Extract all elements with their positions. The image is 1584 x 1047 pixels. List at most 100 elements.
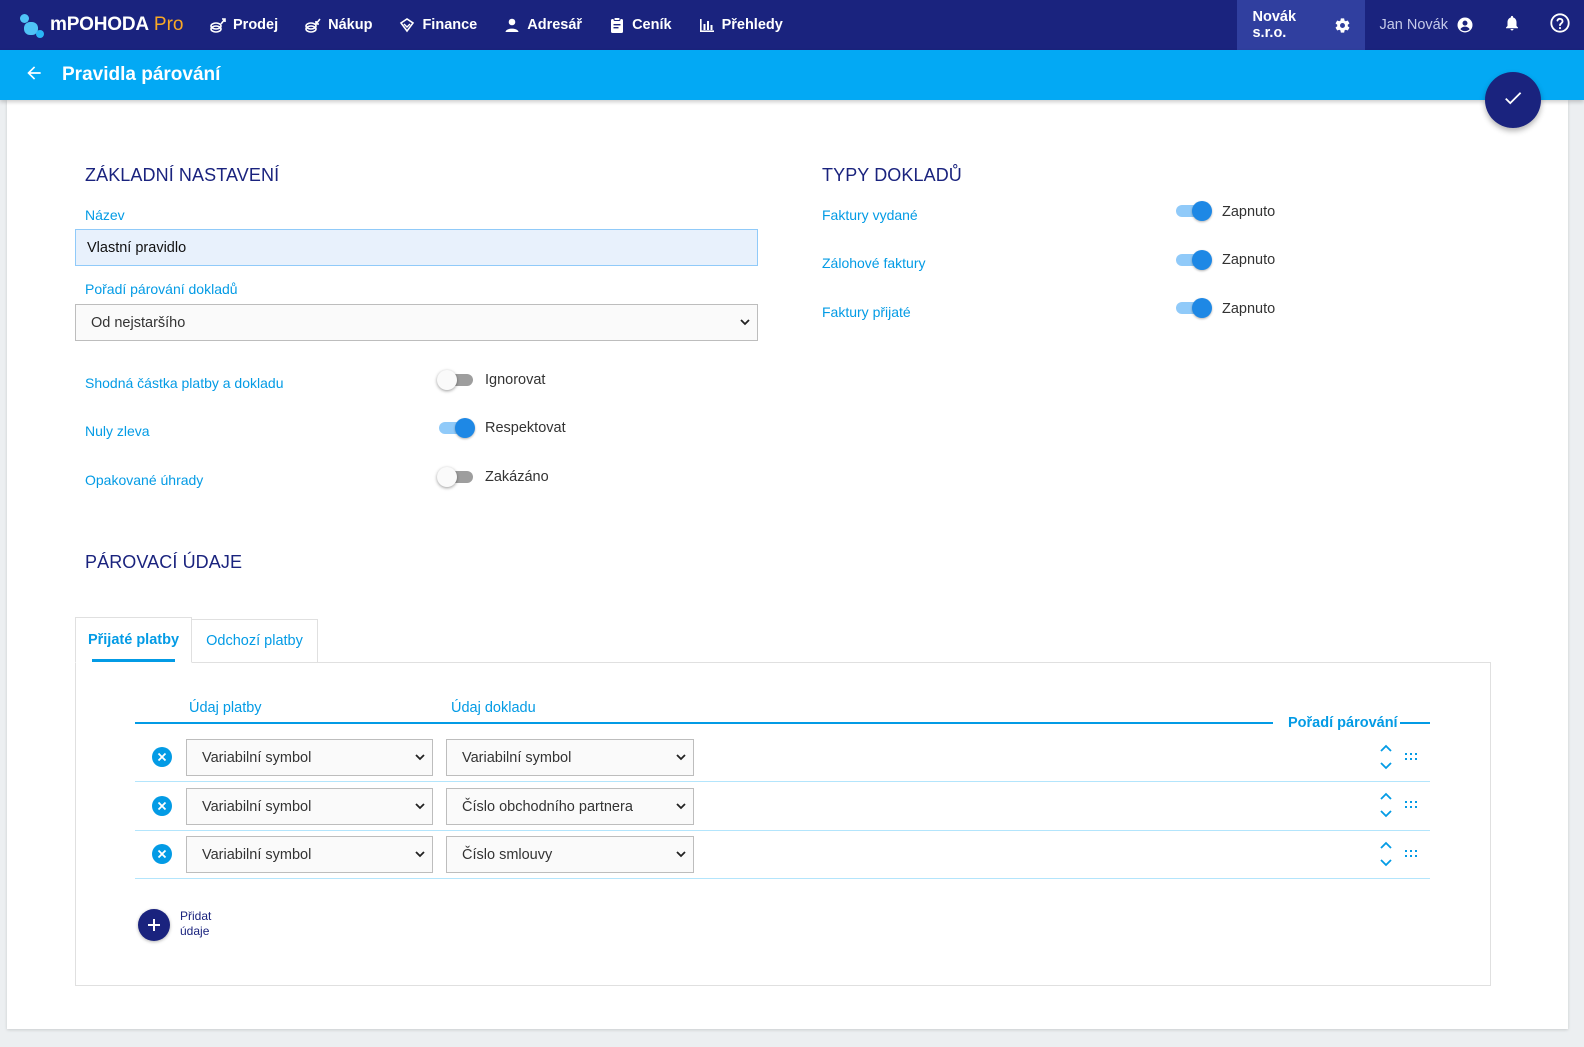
top-navigation: mPOHODA Pro Prodej Nákup Finance Adresář… bbox=[0, 0, 1584, 50]
chevron-down-icon bbox=[415, 851, 425, 858]
add-field-button[interactable] bbox=[138, 909, 170, 941]
toggle-repeated[interactable] bbox=[437, 466, 475, 488]
main-menu: Prodej Nákup Finance Adresář Ceník Přehl… bbox=[196, 0, 796, 50]
app-logo[interactable]: mPOHODA Pro bbox=[0, 0, 196, 50]
help-button[interactable] bbox=[1536, 0, 1584, 50]
toggle-label-amount: Shodná částka platby a dokladu bbox=[85, 375, 284, 391]
payment-field-select[interactable]: Variabilní symbol bbox=[186, 739, 433, 776]
company-switcher[interactable]: Novák s.r.o. bbox=[1237, 0, 1366, 50]
row-divider bbox=[135, 781, 1430, 782]
chevron-down-icon bbox=[740, 319, 750, 326]
sales-icon bbox=[209, 16, 227, 34]
doc-type-label-received: Faktury přijaté bbox=[822, 304, 911, 320]
gear-icon bbox=[1334, 17, 1351, 34]
toggle-state-repeated: Zakázáno bbox=[485, 469, 549, 485]
nav-label: Finance bbox=[422, 17, 478, 33]
logo-icon bbox=[18, 12, 44, 38]
toggle-leading-zeros[interactable] bbox=[437, 417, 475, 439]
order-label: Pořadí párování dokladů bbox=[85, 281, 238, 297]
document-field-value: Variabilní symbol bbox=[462, 749, 572, 766]
check-icon bbox=[1502, 87, 1524, 114]
nav-label: Prodej bbox=[233, 17, 279, 33]
payment-field-select[interactable]: Variabilní symbol bbox=[186, 836, 433, 873]
nav-item-prodej[interactable]: Prodej bbox=[196, 0, 291, 50]
toggle-doc-advance[interactable] bbox=[1174, 249, 1212, 271]
doc-type-label-issued: Faktury vydané bbox=[822, 207, 918, 223]
doc-type-state-issued: Zapnuto bbox=[1222, 204, 1276, 220]
chevron-down-icon bbox=[415, 754, 425, 761]
toggle-label-repeated: Opakované úhrady bbox=[85, 472, 204, 488]
sort-arrows-icon[interactable] bbox=[1379, 841, 1393, 867]
nav-item-nakup[interactable]: Nákup bbox=[291, 0, 385, 50]
help-icon bbox=[1549, 12, 1571, 39]
chevron-down-icon bbox=[415, 803, 425, 810]
back-button[interactable] bbox=[21, 62, 47, 88]
tab-outgoing-payments[interactable]: Odchozí platby bbox=[191, 619, 318, 662]
drag-handle-icon[interactable] bbox=[1405, 753, 1417, 761]
column-header-order: Pořadí párování bbox=[1288, 715, 1398, 731]
bar-chart-icon bbox=[698, 16, 716, 34]
document-field-select[interactable]: Číslo smlouvy bbox=[446, 836, 694, 873]
page-header: Pravidla párování bbox=[0, 50, 1584, 100]
toggle-doc-issued[interactable] bbox=[1174, 200, 1212, 222]
chevron-down-icon bbox=[676, 803, 686, 810]
order-select-value: Od nejstaršího bbox=[91, 314, 186, 331]
nav-item-cenik[interactable]: Ceník bbox=[595, 0, 685, 50]
person-icon bbox=[503, 16, 521, 34]
nav-item-adresar[interactable]: Adresář bbox=[490, 0, 595, 50]
app-name: mPOHODA bbox=[50, 14, 149, 35]
doc-type-state-advance: Zapnuto bbox=[1222, 252, 1276, 268]
remove-row-button[interactable] bbox=[152, 796, 172, 816]
user-name: Jan Novák bbox=[1379, 17, 1448, 33]
nav-label: Ceník bbox=[632, 17, 672, 33]
app-edition: Pro bbox=[153, 14, 184, 35]
toggle-state-leading-zeros: Respektovat bbox=[485, 420, 566, 436]
name-input[interactable] bbox=[75, 229, 758, 266]
purchase-icon bbox=[304, 16, 322, 34]
section-title-basic: ZÁKLADNÍ NASTAVENÍ bbox=[85, 165, 280, 185]
doc-type-label-advance: Zálohové faktury bbox=[822, 255, 926, 271]
document-field-select[interactable]: Variabilní symbol bbox=[446, 739, 694, 776]
drag-handle-icon[interactable] bbox=[1405, 801, 1417, 809]
toggle-label-leading-zeros: Nuly zleva bbox=[85, 423, 150, 439]
account-circle-icon bbox=[1456, 16, 1474, 34]
toggle-doc-received[interactable] bbox=[1174, 297, 1212, 319]
save-button[interactable] bbox=[1485, 72, 1541, 128]
payment-field-value: Variabilní symbol bbox=[202, 846, 312, 863]
payment-field-select[interactable]: Variabilní symbol bbox=[186, 788, 433, 825]
section-title-doc-types: TYPY DOKLADŮ bbox=[822, 165, 962, 185]
sort-arrows-icon[interactable] bbox=[1379, 792, 1393, 818]
notifications-button[interactable] bbox=[1488, 0, 1536, 50]
document-field-value: Číslo smlouvy bbox=[462, 846, 553, 863]
top-right-area: Novák s.r.o. Jan Novák bbox=[1237, 0, 1584, 50]
column-header-line-right bbox=[1400, 722, 1430, 724]
drag-handle-icon[interactable] bbox=[1405, 850, 1417, 858]
user-menu[interactable]: Jan Novák bbox=[1365, 0, 1488, 50]
order-select[interactable]: Od nejstaršího bbox=[75, 304, 758, 341]
nav-item-finance[interactable]: Finance bbox=[385, 0, 490, 50]
nav-item-prehledy[interactable]: Přehledy bbox=[685, 0, 796, 50]
toggle-state-amount: Ignorovat bbox=[485, 372, 546, 388]
name-label: Název bbox=[85, 207, 125, 223]
chevron-down-icon bbox=[676, 754, 686, 761]
remove-row-button[interactable] bbox=[152, 844, 172, 864]
row-divider bbox=[135, 830, 1430, 831]
document-field-select[interactable]: Číslo obchodního partnera bbox=[446, 788, 694, 825]
arrow-left-icon bbox=[24, 63, 44, 88]
column-header-line bbox=[135, 722, 1273, 724]
document-field-value: Číslo obchodního partnera bbox=[462, 798, 633, 815]
tab-label: Přijaté platby bbox=[87, 632, 180, 648]
section-title-matching: PÁROVACÍ ÚDAJE bbox=[85, 552, 243, 572]
row-divider bbox=[135, 878, 1430, 879]
doc-type-state-received: Zapnuto bbox=[1222, 301, 1276, 317]
toggle-amount[interactable] bbox=[437, 369, 475, 391]
column-header-payment: Údaj platby bbox=[189, 700, 262, 716]
column-header-document: Údaj dokladu bbox=[451, 700, 536, 716]
remove-row-button[interactable] bbox=[152, 747, 172, 767]
add-field-label[interactable]: Přidat údaje bbox=[180, 909, 230, 939]
payment-field-value: Variabilní symbol bbox=[202, 749, 312, 766]
tab-incoming-payments[interactable]: Přijaté platby bbox=[75, 617, 192, 663]
main-content: ZÁKLADNÍ NASTAVENÍ Název Pořadí párování… bbox=[7, 100, 1568, 1029]
payment-field-value: Variabilní symbol bbox=[202, 798, 312, 815]
sort-arrows-icon[interactable] bbox=[1379, 744, 1393, 770]
